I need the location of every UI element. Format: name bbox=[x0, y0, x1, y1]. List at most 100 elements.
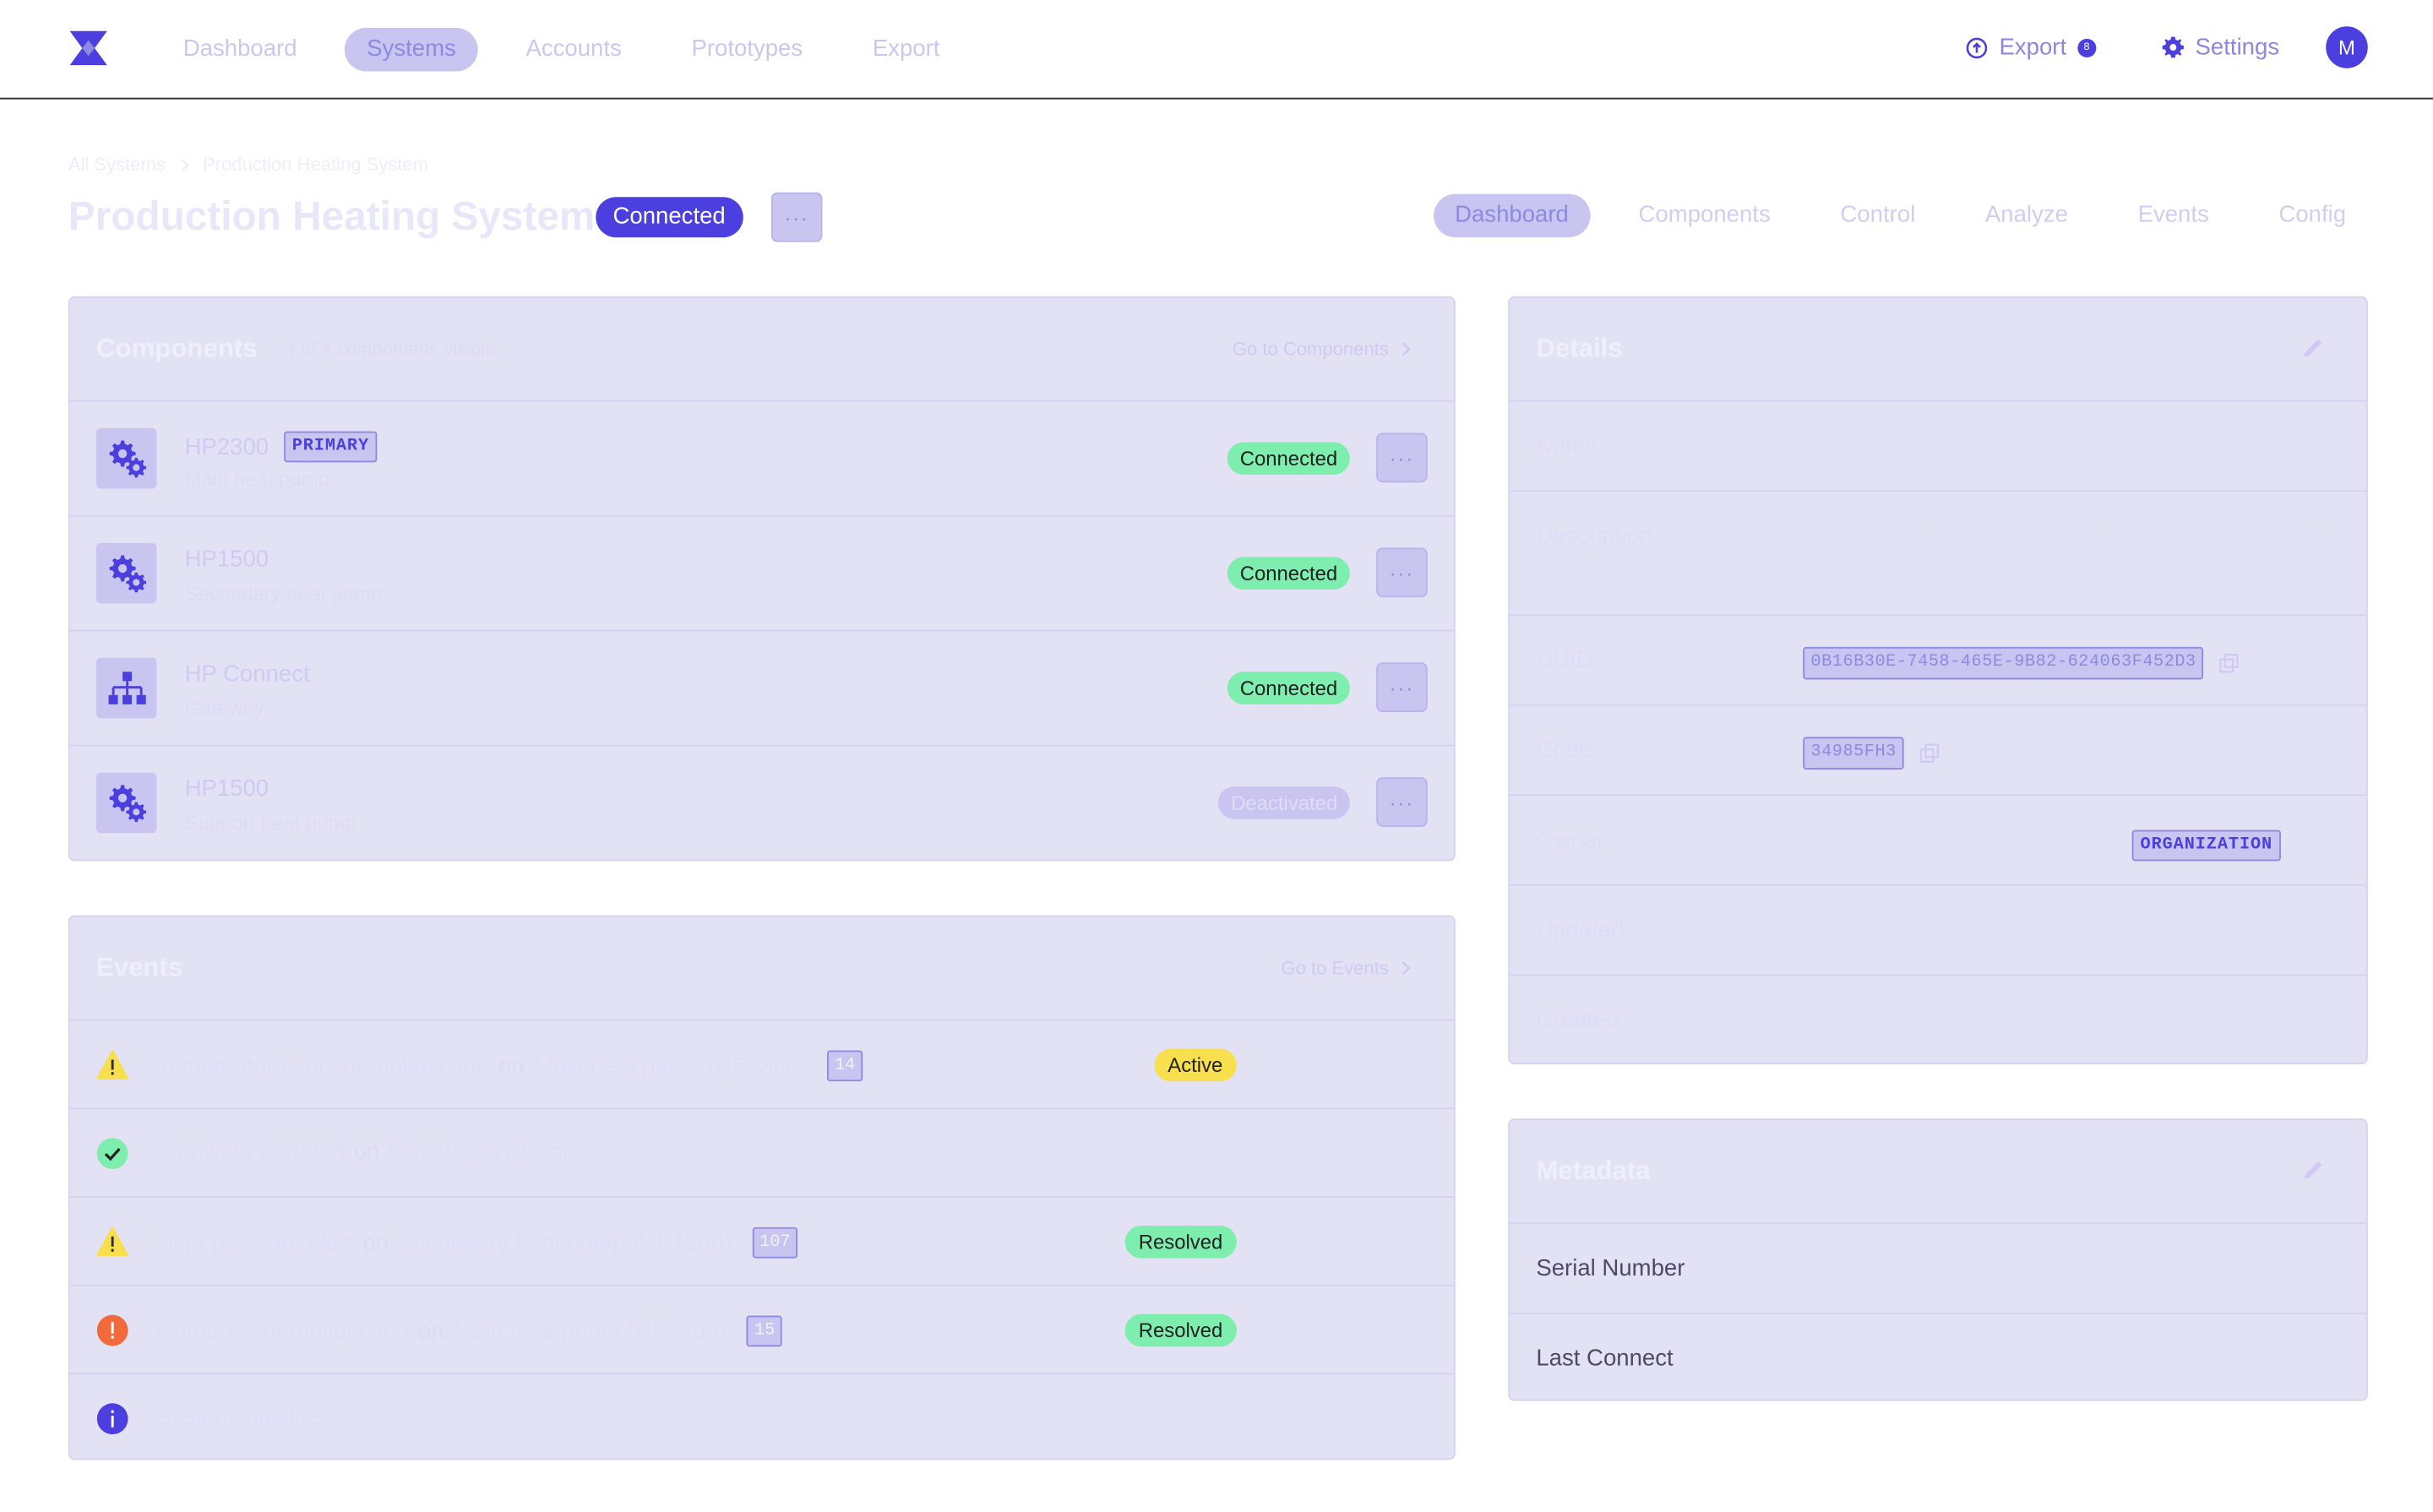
component-more-button[interactable]: ··· bbox=[1376, 777, 1428, 827]
event-row[interactable]: High pressure alert on Secondary heat pu… bbox=[69, 1198, 1454, 1286]
logo-icon[interactable] bbox=[68, 30, 109, 67]
details-title: Details bbox=[1536, 333, 1623, 363]
event-row[interactable]: Compressor malfunction on Main heat pump… bbox=[69, 1286, 1454, 1375]
user-avatar[interactable]: M bbox=[2326, 26, 2368, 68]
event-description: Temperature sensor malfunction on Main h… bbox=[156, 1050, 863, 1082]
gears-icon bbox=[95, 542, 157, 604]
settings-label: Settings bbox=[2195, 34, 2280, 61]
event-row[interactable]: System initialized 2 weeks ago bbox=[70, 1374, 1454, 1458]
metadata-label: Serial Number bbox=[1536, 1254, 1685, 1282]
export-button[interactable]: Export 8 bbox=[1967, 34, 2097, 61]
metadata-card: Metadata Serial Number 34c9394ifn Last C… bbox=[1508, 1118, 2368, 1401]
component-status-badge: Connected bbox=[1227, 442, 1350, 476]
nav-prototypes[interactable]: Prototypes bbox=[670, 28, 825, 71]
component-row[interactable]: HP1500 Secondary heat pump Connected ··· bbox=[69, 517, 1454, 632]
network-icon bbox=[95, 657, 157, 719]
detail-row-uuid: UUID 0B16B30E-7458-465E-9B82-624063F452D… bbox=[1510, 616, 2366, 706]
component-description: Gateway bbox=[184, 696, 264, 721]
detail-label: Description bbox=[1536, 522, 1653, 550]
event-time: 16 hours ago bbox=[1300, 1228, 1428, 1254]
tab-control[interactable]: Control bbox=[1819, 194, 1937, 237]
export-label: Export bbox=[1999, 34, 2067, 61]
go-to-events-link[interactable]: Go to Events bbox=[1281, 957, 1411, 979]
event-title: Temperature sensor malfunction bbox=[156, 1052, 490, 1080]
detail-label: Name bbox=[1536, 432, 1598, 460]
event-status-badge: Resolved bbox=[1124, 1313, 1237, 1347]
app-root: Dashboard Systems Accounts Prototypes Ex… bbox=[0, 0, 2433, 1511]
breadcrumb-current: Production Heating System bbox=[203, 153, 429, 176]
event-title: Compressor malfunction bbox=[156, 1318, 410, 1345]
go-to-components-link[interactable]: Go to Components bbox=[1233, 338, 1411, 360]
uuid-chip: 0B16B30E-7458-465E-9B82-624063F452D3 bbox=[1803, 646, 2204, 680]
component-name[interactable]: HP1500 bbox=[185, 775, 269, 802]
copy-icon[interactable] bbox=[1919, 743, 1940, 764]
event-count-badge: 107 bbox=[751, 1226, 798, 1259]
detail-value: This is the production heating system lo… bbox=[1803, 527, 2334, 590]
event-time: 2 hours ago bbox=[1312, 1139, 1428, 1166]
component-row[interactable]: HP2300 PRIMARY Main heat pump Connected … bbox=[69, 402, 1454, 517]
component-name[interactable]: HP1500 bbox=[185, 547, 269, 573]
pencil-icon[interactable] bbox=[2301, 335, 2326, 360]
nav-dashboard[interactable]: Dashboard bbox=[161, 28, 318, 71]
component-name[interactable]: HP2300 PRIMARY bbox=[184, 431, 378, 463]
event-title: High pressure alert bbox=[156, 1229, 354, 1256]
event-row[interactable]: Firmware updated on Gateway (HP Connect)… bbox=[69, 1109, 1454, 1198]
component-row[interactable]: HP Connect Gateway Connected ··· bbox=[69, 632, 1454, 747]
detail-label: Created bbox=[1536, 1007, 1619, 1034]
nav-systems[interactable]: Systems bbox=[345, 28, 478, 72]
event-on-word: on bbox=[418, 1318, 444, 1345]
system-more-button[interactable]: ··· bbox=[770, 192, 823, 242]
tab-components[interactable]: Components bbox=[1617, 194, 1793, 237]
metadata-row-last-connect: Last Connect 31.08.2024 09:30:21 bbox=[1510, 1314, 2366, 1400]
component-name-text: HP1500 bbox=[184, 546, 269, 573]
metadata-value: 34c9394ifn bbox=[1803, 1259, 1918, 1286]
component-more-button[interactable]: ··· bbox=[1376, 662, 1428, 713]
event-count-badge: 14 bbox=[826, 1050, 863, 1082]
tab-dashboard[interactable]: Dashboard bbox=[1433, 193, 1591, 238]
event-target-link[interactable]: Secondary heat pump (HP1500) bbox=[398, 1230, 732, 1256]
go-to-events-label: Go to Events bbox=[1281, 957, 1389, 979]
chevron-right-icon bbox=[1402, 342, 1411, 356]
event-target-link[interactable]: Gateway (HP Connect) bbox=[389, 1139, 628, 1165]
event-target-link[interactable]: Main heat pump (HP2300) bbox=[454, 1318, 727, 1344]
code-chip: 34985FH3 bbox=[1803, 737, 1905, 770]
primary-tag: PRIMARY bbox=[284, 431, 378, 463]
component-name[interactable]: HP Connect bbox=[185, 661, 310, 687]
gears-icon bbox=[95, 772, 157, 834]
settings-button[interactable]: Settings bbox=[2161, 34, 2280, 61]
components-title: Components bbox=[95, 333, 258, 363]
component-description: Support heat pump bbox=[184, 811, 357, 835]
pencil-icon[interactable] bbox=[2301, 1157, 2326, 1182]
component-status-badge: Connected bbox=[1227, 557, 1350, 590]
components-card: Components 4 of 4 components visible Go … bbox=[68, 296, 1456, 862]
component-name-text: HP2300 bbox=[184, 433, 269, 460]
detail-row-code: Code 34985FH3 bbox=[1510, 706, 2366, 797]
detail-label: Updated bbox=[1536, 916, 1625, 944]
upload-circle-icon bbox=[1967, 36, 1989, 58]
system-tabs: Dashboard Components Control Analyze Eve… bbox=[1407, 193, 2368, 238]
tab-events[interactable]: Events bbox=[2116, 194, 2231, 237]
copy-icon[interactable] bbox=[2219, 653, 2240, 673]
detail-value: 0B16B30E-7458-465E-9B82-624063F452D3 bbox=[1803, 646, 2338, 680]
event-row[interactable]: Temperature sensor malfunction on Main h… bbox=[69, 1021, 1454, 1110]
component-row[interactable]: HP1500 Support heat pump Deactivated ··· bbox=[70, 746, 1454, 859]
nav-export[interactable]: Export bbox=[851, 28, 961, 71]
detail-value: 02.01.2022 15:26:53 bbox=[1803, 1011, 2017, 1038]
owner-link[interactable]: Windmill Manufacturing GmbH bbox=[1803, 827, 2119, 862]
tab-analyze[interactable]: Analyze bbox=[1963, 194, 2089, 237]
gears-icon bbox=[95, 427, 157, 489]
tab-config[interactable]: Config bbox=[2257, 194, 2368, 237]
main-nav: Dashboard Systems Accounts Prototypes Ex… bbox=[161, 28, 988, 72]
details-card: Details Name Production Heating System D… bbox=[1508, 296, 2368, 1064]
export-count-badge: 8 bbox=[2076, 37, 2097, 57]
component-more-button[interactable]: ··· bbox=[1376, 547, 1428, 598]
components-card-header: Components 4 of 4 components visible Go … bbox=[69, 298, 1454, 402]
event-target-link[interactable]: Main heat pump (HP2300) bbox=[534, 1052, 807, 1079]
component-name-text: HP Connect bbox=[184, 661, 310, 688]
details-card-header: Details bbox=[1510, 298, 2366, 402]
nav-accounts[interactable]: Accounts bbox=[504, 28, 644, 71]
events-card-header: Events Go to Events bbox=[69, 916, 1454, 1021]
metadata-label: Last Connect bbox=[1536, 1345, 1674, 1372]
component-more-button[interactable]: ··· bbox=[1376, 432, 1428, 483]
breadcrumb-all-systems[interactable]: All Systems bbox=[68, 154, 166, 176]
